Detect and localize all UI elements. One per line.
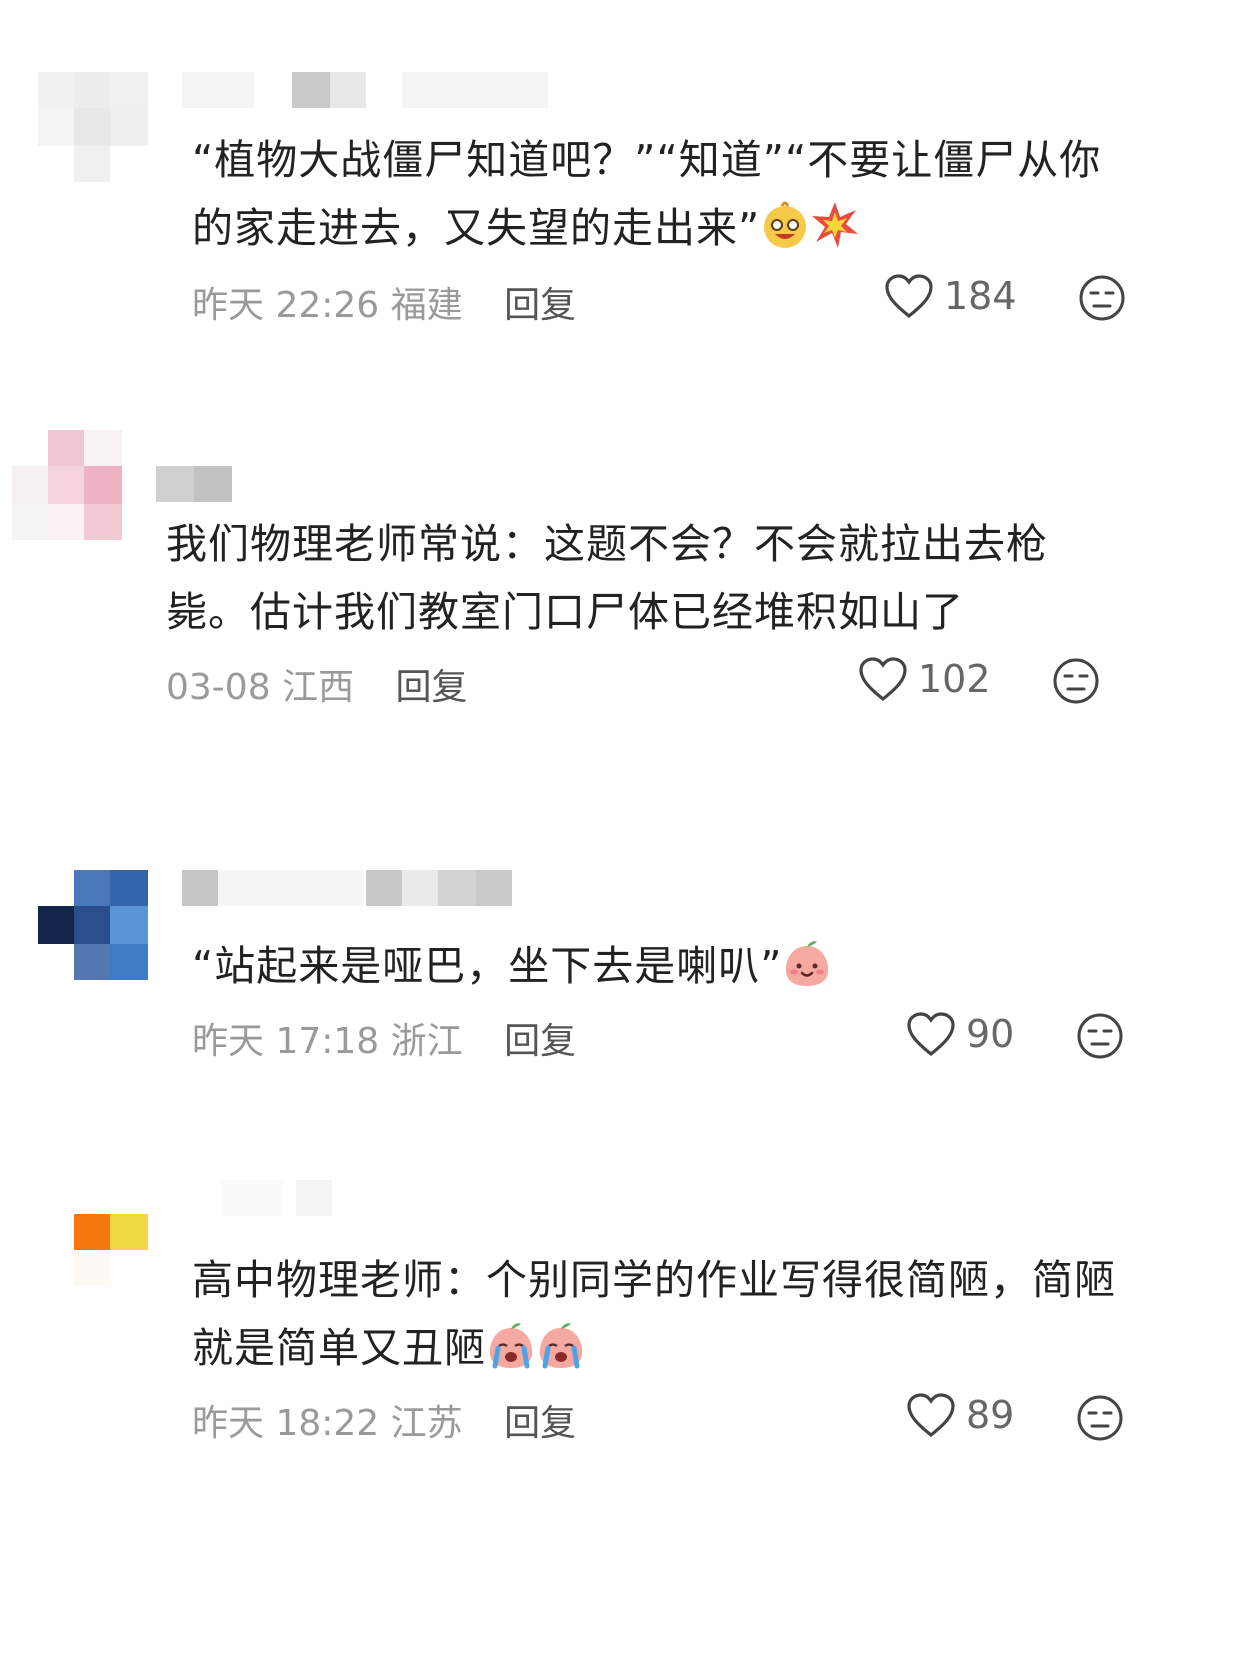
comment-text: “植物大战僵尸知道吧？”“知道”“不要让僵尸从你 的家走进去，又失望的走出来” xyxy=(192,126,1101,262)
username[interactable] xyxy=(182,72,552,108)
reply-button[interactable]: 回复 xyxy=(504,285,576,326)
neutral-face-icon[interactable] xyxy=(1076,1394,1124,1442)
reply-button[interactable]: 回复 xyxy=(396,667,468,708)
like-button[interactable]: 89 xyxy=(906,1392,1014,1438)
comment-time: 03-08 xyxy=(166,667,271,708)
neutral-face-icon[interactable] xyxy=(1078,274,1126,322)
comment-time: 昨天 18:22 xyxy=(192,1403,380,1444)
heart-outline-icon xyxy=(907,1393,955,1438)
like-button[interactable]: 102 xyxy=(858,656,991,702)
neutral-face-icon[interactable] xyxy=(1076,1012,1124,1060)
laughing-face-emoji xyxy=(764,201,807,248)
avatar[interactable] xyxy=(38,1180,148,1290)
crying-peach-emoji xyxy=(489,1323,533,1369)
crying-peach-emoji xyxy=(539,1323,583,1369)
comment-time: 昨天 22:26 xyxy=(192,285,380,326)
avatar[interactable] xyxy=(38,72,148,182)
avatar[interactable] xyxy=(12,430,122,540)
username[interactable] xyxy=(222,1180,442,1216)
like-button[interactable]: 90 xyxy=(906,1011,1014,1057)
like-count: 89 xyxy=(966,1393,1015,1437)
heart-outline-icon xyxy=(907,1012,955,1057)
like-count: 184 xyxy=(944,274,1017,318)
avatar[interactable] xyxy=(38,870,148,980)
comment-text: “站起来是哑巴，坐下去是喇叭” xyxy=(192,932,832,1000)
username[interactable] xyxy=(182,870,512,906)
comment-line: 就是简单又丑陋 xyxy=(192,1324,486,1372)
comment-meta: 昨天 22:26 福建 回复 xyxy=(192,276,576,328)
comment-meta: 昨天 17:18 浙江 回复 xyxy=(192,1012,576,1064)
comment-line: 的家走进去，又失望的走出来” xyxy=(192,204,761,252)
comment-line: 高中物理老师：个别同学的作业写得很简陋，简陋 xyxy=(192,1256,1116,1304)
comment-time: 昨天 17:18 xyxy=(192,1021,380,1062)
comment-region: 江西 xyxy=(282,667,355,708)
comment-meta: 昨天 18:22 江苏 回复 xyxy=(192,1394,576,1446)
reply-button[interactable]: 回复 xyxy=(504,1021,576,1062)
comment-text: 我们物理老师常说：这题不会？不会就拉出去枪 毙。估计我们教室门口尸体已经堆积如山… xyxy=(166,510,1048,646)
username[interactable] xyxy=(156,466,232,502)
collision-emoji xyxy=(812,202,859,248)
like-count: 102 xyxy=(918,657,991,701)
comment-region: 福建 xyxy=(390,285,463,326)
reply-button[interactable]: 回复 xyxy=(504,1403,576,1444)
heart-outline-icon xyxy=(859,657,907,702)
neutral-face-icon[interactable] xyxy=(1052,657,1100,705)
like-button[interactable]: 184 xyxy=(884,273,1017,319)
comment-line: 我们物理老师常说：这题不会？不会就拉出去枪 xyxy=(166,520,1048,568)
comment-region: 江苏 xyxy=(390,1403,463,1444)
comment-meta: 03-08 江西 回复 xyxy=(166,658,468,710)
heart-outline-icon xyxy=(885,274,933,319)
like-count: 90 xyxy=(966,1012,1015,1056)
smile-peach-emoji xyxy=(786,941,829,986)
comment-line: “植物大战僵尸知道吧？”“知道”“不要让僵尸从你 xyxy=(192,136,1102,184)
comment-region: 浙江 xyxy=(390,1021,463,1062)
comment-text: 高中物理老师：个别同学的作业写得很简陋，简陋 就是简单又丑陋 xyxy=(192,1246,1116,1382)
comment-line: “站起来是哑巴，坐下去是喇叭” xyxy=(192,942,783,990)
comment-line: 毙。估计我们教室门口尸体已经堆积如山了 xyxy=(166,588,964,636)
